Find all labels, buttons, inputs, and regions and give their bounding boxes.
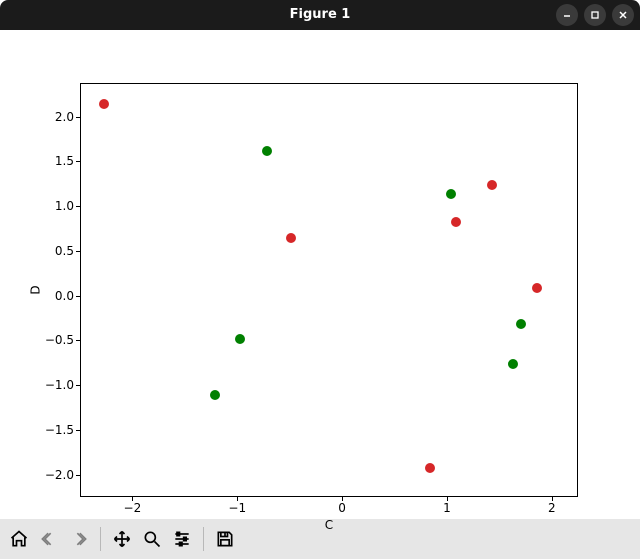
- scatter-point: [446, 189, 456, 199]
- back-icon[interactable]: [36, 525, 62, 553]
- scatter-point: [516, 319, 526, 329]
- window-buttons: [556, 4, 634, 26]
- maximize-button[interactable]: [584, 4, 606, 26]
- scatter-point: [286, 233, 296, 243]
- home-icon[interactable]: [6, 525, 32, 553]
- close-button[interactable]: [612, 4, 634, 26]
- y-tick-label: 0.5: [34, 244, 74, 258]
- x-tick-label: 2: [548, 501, 556, 515]
- y-tick-label: −1.5: [34, 423, 74, 437]
- forward-icon[interactable]: [66, 525, 92, 553]
- y-tick-label: 2.0: [34, 110, 74, 124]
- y-tick-mark: [76, 161, 80, 162]
- y-tick-mark: [76, 430, 80, 431]
- x-tick-label: −2: [124, 501, 142, 515]
- scatter-point: [99, 99, 109, 109]
- x-tick-label: 1: [443, 501, 451, 515]
- y-tick-mark: [76, 251, 80, 252]
- plot-area[interactable]: [80, 83, 578, 497]
- y-tick-label: 0.0: [34, 289, 74, 303]
- figure-canvas: C D −2−1012−2.0−1.5−1.0−0.50.00.51.01.52…: [0, 30, 640, 519]
- window-titlebar: Figure 1: [0, 0, 640, 30]
- y-tick-mark: [76, 206, 80, 207]
- y-tick-label: 1.5: [34, 154, 74, 168]
- scatter-point: [451, 217, 461, 227]
- y-tick-label: −2.0: [34, 468, 74, 482]
- window-title: Figure 1: [0, 0, 640, 30]
- scatter-point: [262, 146, 272, 156]
- x-tick-label: 0: [338, 501, 346, 515]
- y-tick-mark: [76, 117, 80, 118]
- y-tick-label: 1.0: [34, 199, 74, 213]
- scatter-point: [532, 283, 542, 293]
- y-tick-label: −0.5: [34, 333, 74, 347]
- scatter-point: [425, 463, 435, 473]
- y-tick-mark: [76, 385, 80, 386]
- y-tick-label: −1.0: [34, 378, 74, 392]
- y-tick-mark: [76, 475, 80, 476]
- scatter-point: [487, 180, 497, 190]
- x-tick-label: −1: [228, 501, 246, 515]
- scatter-point: [508, 359, 518, 369]
- scatter-point: [210, 390, 220, 400]
- y-tick-mark: [76, 340, 80, 341]
- minimize-button[interactable]: [556, 4, 578, 26]
- x-axis-label: C: [80, 518, 578, 532]
- scatter-point: [235, 334, 245, 344]
- y-tick-mark: [76, 296, 80, 297]
